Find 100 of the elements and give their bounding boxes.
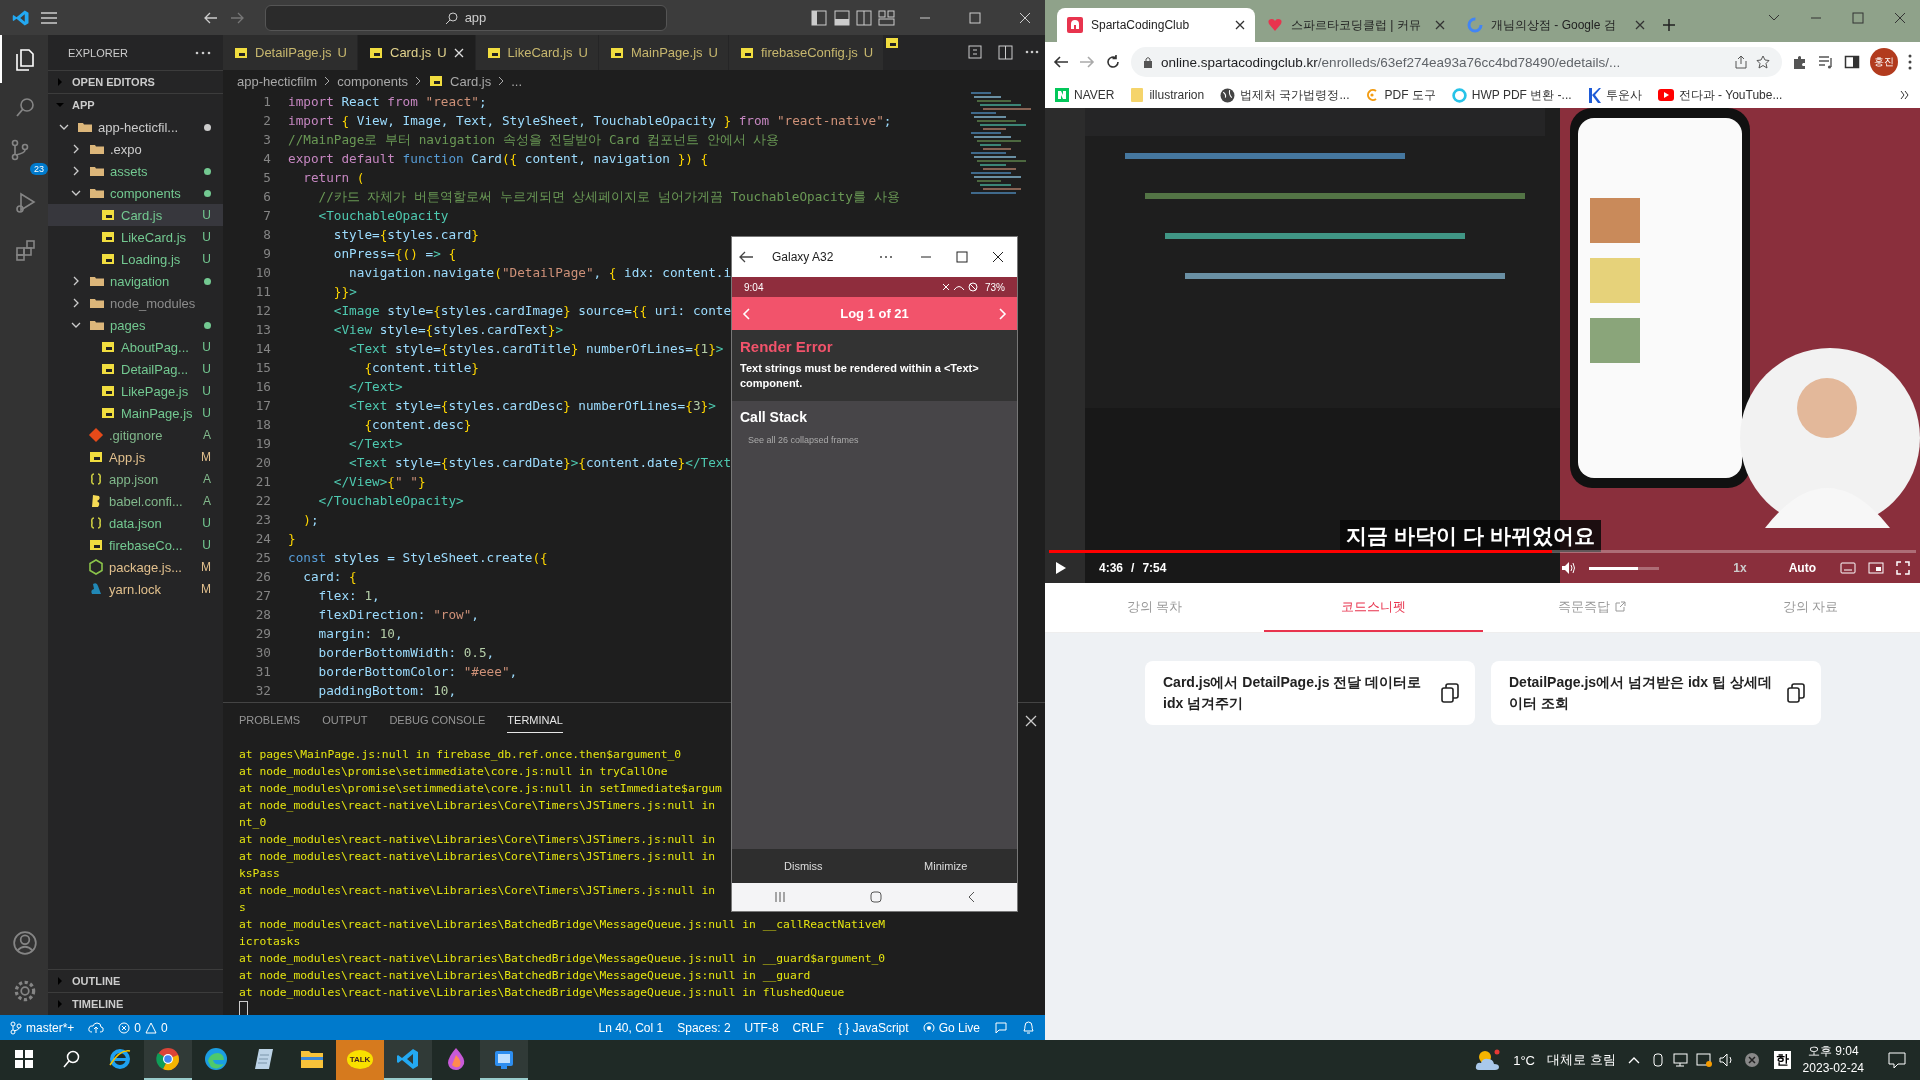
folder-item[interactable]: components (48, 182, 223, 204)
reload-icon[interactable] (1105, 54, 1121, 70)
copy-icon[interactable] (1441, 683, 1459, 703)
folder-item[interactable]: .expo (48, 138, 223, 160)
bookmark[interactable]: 전다과 - YouTube... (1678, 86, 1783, 104)
section-header[interactable]: OPEN EDITORS (48, 70, 223, 93)
breadcrumb[interactable]: Card.js (450, 73, 492, 89)
share-icon[interactable] (1734, 55, 1748, 69)
menu-icon[interactable] (40, 10, 58, 25)
file-item[interactable]: data.json U (48, 512, 223, 534)
browser-tab[interactable]: 스파르타코딩클럽 | 커뮤 (1257, 8, 1455, 42)
breadcrumb[interactable]: components (337, 73, 409, 89)
input-method-indicator[interactable]: 한 (1773, 1051, 1791, 1069)
breadcrumb[interactable]: app-hecticfilm (237, 73, 318, 89)
speed-button[interactable]: 1x (1733, 561, 1747, 575)
maximize-icon[interactable] (1852, 12, 1864, 24)
back-arrow-icon[interactable] (738, 250, 754, 264)
chevron-up-icon[interactable] (1627, 1056, 1640, 1064)
clock-date[interactable]: 2023-02-24 (1802, 1060, 1864, 1077)
taskbar-app[interactable] (480, 1040, 528, 1080)
progress-track[interactable] (1049, 550, 1916, 553)
editor-tab[interactable]: LikeCard.js U (475, 35, 599, 70)
browser-tab[interactable]: SpartaCodingClub (1057, 8, 1255, 42)
browser-tab[interactable]: 개님의상점 - Google 검 (1457, 8, 1655, 42)
taskbar-app[interactable] (384, 1040, 432, 1080)
dialog-button[interactable]: Minimize (874, 849, 1017, 883)
editor-tab[interactable]: Card.js U (358, 35, 476, 70)
folder-item[interactable]: app-hecticfil... (48, 116, 223, 138)
tray-icons-drawing[interactable] (1651, 1052, 1762, 1068)
settings-icon[interactable] (12, 978, 38, 1004)
play-icon[interactable] (1055, 561, 1067, 575)
taskbar-app[interactable]: TALK (336, 1040, 384, 1080)
picture-in-picture-icon[interactable] (1868, 562, 1884, 574)
status-item[interactable]: { } JavaScript (837, 1020, 909, 1035)
panel-tab[interactable]: PROBLEMS (239, 708, 301, 733)
next-icon[interactable] (999, 307, 1007, 320)
account-icon[interactable] (12, 930, 38, 956)
status-item[interactable]: UTF-8 (744, 1020, 779, 1035)
quality-button[interactable]: Auto (1788, 561, 1816, 575)
folder-item[interactable]: node_modules (48, 292, 223, 314)
status-item[interactable]: Spaces: 2 (677, 1020, 731, 1035)
bookmark[interactable]: illustrarion (1149, 88, 1205, 102)
panel-tab[interactable]: TERMINAL (507, 708, 563, 733)
sync-icon[interactable] (88, 1021, 105, 1034)
panel-tab[interactable]: OUTPUT (322, 708, 368, 733)
bookmark[interactable]: HWP PDF 변환 -... (1471, 86, 1572, 104)
taskbar-app[interactable] (144, 1040, 192, 1080)
search-icon[interactable] (63, 1050, 81, 1068)
dialog-button[interactable]: Dismiss (732, 849, 875, 883)
file-item[interactable]: LikeCard.js U (48, 226, 223, 248)
editor-tab[interactable]: firebaseConfig.js U (728, 35, 885, 70)
more-icon[interactable] (879, 255, 893, 259)
file-item[interactable]: .gitignore A (48, 424, 223, 446)
file-item[interactable]: DetailPag... U (48, 358, 223, 380)
profile-avatar[interactable]: 홍진 (1870, 48, 1898, 76)
branch-status[interactable]: master*+ (10, 1020, 75, 1035)
windows-logo-icon[interactable] (15, 1050, 33, 1068)
command-center[interactable]: app (264, 4, 667, 31)
problems-status[interactable]: 0 0 (118, 1020, 168, 1035)
editor-tab[interactable]: DetailPage.js U (223, 35, 358, 70)
file-item[interactable]: Card.js U (48, 204, 223, 226)
file-item[interactable]: LikePage.js U (48, 380, 223, 402)
folder-item[interactable]: assets (48, 160, 223, 182)
media-icon[interactable] (1818, 54, 1834, 70)
file-item[interactable]: Loading.js U (48, 248, 223, 270)
captions-icon[interactable] (1840, 562, 1856, 574)
back-icon[interactable] (966, 891, 975, 903)
volume-slider[interactable] (1589, 566, 1660, 570)
feedback-icon[interactable] (994, 1020, 1008, 1035)
previous-icon[interactable] (742, 307, 750, 320)
go-live-button[interactable]: Go Live (922, 1020, 980, 1035)
more-icon[interactable] (195, 50, 211, 55)
volume-icon[interactable] (1561, 561, 1578, 575)
file-item[interactable]: app.json A (48, 468, 223, 490)
more-icon[interactable] (1908, 54, 1912, 70)
status-item[interactable]: Ln 40, Col 1 (598, 1020, 664, 1035)
bookmark[interactable]: PDF 도구 (1384, 86, 1436, 104)
extensions-icon[interactable] (1792, 54, 1808, 70)
copy-icon[interactable] (1787, 683, 1805, 703)
file-item[interactable]: AboutPag... U (48, 336, 223, 358)
folder-item[interactable]: pages (48, 314, 223, 336)
breadcrumb[interactable]: ... (511, 73, 523, 89)
home-icon[interactable] (870, 891, 883, 903)
fullscreen-icon[interactable] (1896, 561, 1910, 575)
status-item[interactable]: CRLF (792, 1020, 824, 1035)
file-item[interactable]: MainPage.js U (48, 402, 223, 424)
bookmark[interactable]: 투운사 (1605, 86, 1642, 104)
close-icon[interactable] (1235, 20, 1245, 30)
file-item[interactable]: yarn.lock M (48, 578, 223, 600)
section-header[interactable]: OUTLINE (48, 969, 223, 992)
snippet-card[interactable]: Card.js에서 DetailPage.js 전달 데이터로 idx 넘겨주기 (1145, 661, 1475, 725)
back-arrow-icon[interactable] (1053, 54, 1069, 70)
file-item[interactable]: firebaseCo... U (48, 534, 223, 556)
bookmark[interactable]: 법제처 국가법령정... (1240, 86, 1350, 104)
snippet-card[interactable]: DetailPage.js에서 넘겨받은 idx 팁 상세데이터 조회 (1491, 661, 1821, 725)
bookmark[interactable]: NAVER (1074, 88, 1115, 102)
side-panel-icon[interactable] (1844, 54, 1860, 70)
address-bar[interactable]: online.spartacodingclub.kr/enrolleds/63ef274ea93a76cc4bd78490/edetails/... (1131, 47, 1782, 77)
bell-icon[interactable] (1022, 1020, 1035, 1035)
section-header[interactable]: APP (48, 93, 223, 116)
